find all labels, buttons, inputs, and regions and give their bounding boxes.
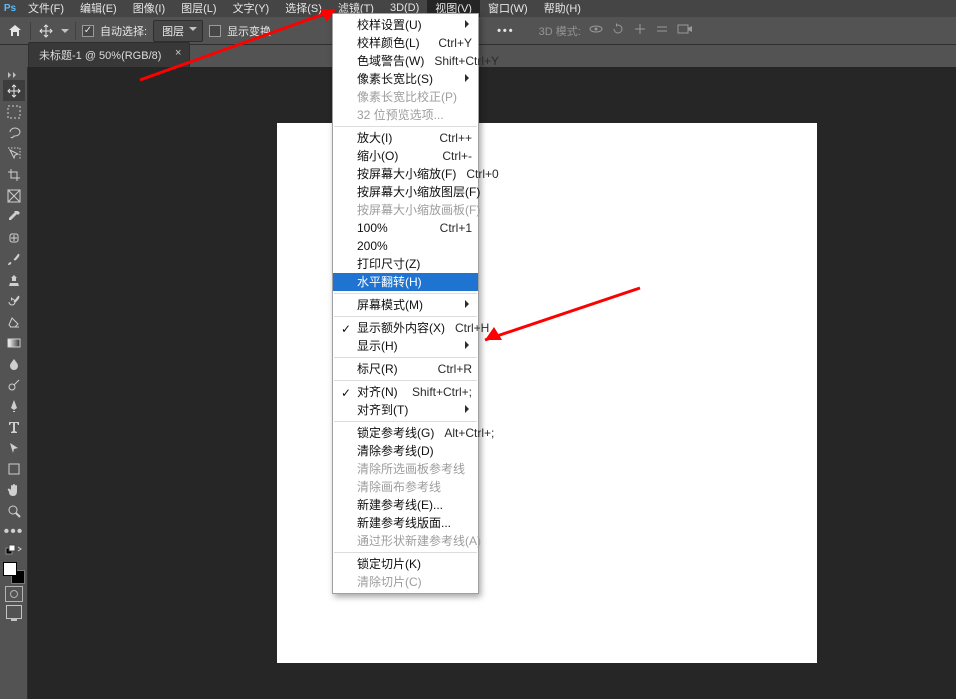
mode3d-label: 3D 模式: bbox=[539, 23, 581, 39]
mode3d-group: 3D 模式: bbox=[539, 22, 693, 39]
mi-snap-to[interactable]: 对齐到(T) bbox=[333, 401, 478, 419]
tool-eraser[interactable] bbox=[3, 311, 25, 332]
check-icon: ✓ bbox=[341, 321, 351, 337]
show-transform-checkbox[interactable] bbox=[209, 25, 221, 37]
tool-clone[interactable] bbox=[3, 269, 25, 290]
mi-proof-setup[interactable]: 校样设置(U) bbox=[333, 16, 478, 34]
divider bbox=[75, 22, 76, 40]
foreground-color[interactable] bbox=[3, 562, 17, 576]
orbit-icon[interactable] bbox=[589, 22, 603, 39]
mi-100[interactable]: 100%Ctrl+1 bbox=[333, 219, 478, 237]
tool-dodge[interactable] bbox=[3, 374, 25, 395]
screenmode-toggle[interactable] bbox=[6, 605, 22, 619]
toolbox: ••• bbox=[0, 67, 28, 699]
camera-icon[interactable] bbox=[677, 23, 693, 38]
home-icon[interactable] bbox=[6, 22, 24, 40]
tool-history-brush[interactable] bbox=[3, 290, 25, 311]
tool-edit-toolbar[interactable]: ••• bbox=[3, 521, 25, 542]
quickmask-toggle[interactable] bbox=[5, 586, 23, 602]
mi-new-guide[interactable]: 新建参考线(E)... bbox=[333, 496, 478, 514]
check-icon: ✓ bbox=[341, 385, 351, 401]
mi-fit-artboard: 按屏幕大小缩放画板(F) bbox=[333, 201, 478, 219]
mi-rulers[interactable]: 标尺(R)Ctrl+R bbox=[333, 360, 478, 378]
view-menu-panel: 校样设置(U) 校样颜色(L)Ctrl+Y 色域警告(W)Shift+Ctrl+… bbox=[332, 13, 479, 594]
mi-fit-layer[interactable]: 按屏幕大小缩放图层(F) bbox=[333, 183, 478, 201]
tool-blur[interactable] bbox=[3, 353, 25, 374]
menu-separator bbox=[334, 357, 477, 358]
divider bbox=[30, 22, 31, 40]
mi-clear-sel-artboard-guides: 清除所选画板参考线 bbox=[333, 460, 478, 478]
mi-32bit-preview: 32 位预览选项... bbox=[333, 106, 478, 124]
tool-zoom[interactable] bbox=[3, 500, 25, 521]
mi-lock-guides[interactable]: 锁定参考线(G)Alt+Ctrl+; bbox=[333, 424, 478, 442]
show-transform-label: 显示变换 bbox=[227, 23, 271, 39]
ps-logo: Ps bbox=[0, 0, 20, 17]
menu-separator bbox=[334, 293, 477, 294]
tool-gradient[interactable] bbox=[3, 332, 25, 353]
tool-hand[interactable] bbox=[3, 479, 25, 500]
mi-proof-colors[interactable]: 校样颜色(L)Ctrl+Y bbox=[333, 34, 478, 52]
menu-separator bbox=[334, 552, 477, 553]
mi-show[interactable]: 显示(H) bbox=[333, 337, 478, 355]
tool-lasso[interactable] bbox=[3, 122, 25, 143]
tool-swap-default[interactable] bbox=[3, 542, 25, 558]
tool-marquee[interactable] bbox=[3, 101, 25, 122]
menu-separator bbox=[334, 316, 477, 317]
canvas-area[interactable] bbox=[28, 67, 956, 699]
move-tool-indicator[interactable] bbox=[37, 22, 55, 40]
tab-close-icon[interactable]: × bbox=[175, 47, 181, 59]
document-tab[interactable]: 未标题-1 @ 50%(RGB/8) × bbox=[28, 42, 190, 67]
tool-frame[interactable] bbox=[3, 185, 25, 206]
more-options-icon[interactable]: ••• bbox=[497, 25, 515, 37]
tool-heal[interactable] bbox=[3, 227, 25, 248]
tool-path-select[interactable] bbox=[3, 437, 25, 458]
tool-quick-select[interactable] bbox=[3, 143, 25, 164]
mi-flip-horizontal[interactable]: 水平翻转(H) bbox=[333, 273, 478, 291]
tool-eyedropper[interactable] bbox=[3, 206, 25, 227]
menu-separator bbox=[334, 380, 477, 381]
slide-icon[interactable] bbox=[655, 22, 669, 39]
autoselect-checkbox[interactable] bbox=[82, 25, 94, 37]
tool-brush[interactable] bbox=[3, 248, 25, 269]
tool-crop[interactable] bbox=[3, 164, 25, 185]
tool-pen[interactable] bbox=[3, 395, 25, 416]
tool-shape[interactable] bbox=[3, 458, 25, 479]
mi-clear-canvas-guides: 清除画布参考线 bbox=[333, 478, 478, 496]
mi-print-size[interactable]: 打印尺寸(Z) bbox=[333, 255, 478, 273]
mi-zoom-in[interactable]: 放大(I)Ctrl++ bbox=[333, 129, 478, 147]
pan-icon[interactable] bbox=[633, 22, 647, 39]
mi-fit-screen[interactable]: 按屏幕大小缩放(F)Ctrl+0 bbox=[333, 165, 478, 183]
mi-screen-mode[interactable]: 屏幕模式(M) bbox=[333, 296, 478, 314]
document-tab-title: 未标题-1 @ 50%(RGB/8) bbox=[39, 50, 161, 62]
tool-type[interactable] bbox=[3, 416, 25, 437]
mi-pixel-aspect-corr: 像素长宽比校正(P) bbox=[333, 88, 478, 106]
tool-move[interactable] bbox=[3, 80, 25, 101]
autoselect-label: 自动选择: bbox=[100, 23, 147, 39]
mi-clear-guides[interactable]: 清除参考线(D) bbox=[333, 442, 478, 460]
mi-zoom-out[interactable]: 缩小(O)Ctrl+- bbox=[333, 147, 478, 165]
mi-lock-slice[interactable]: 锁定切片(K) bbox=[333, 555, 478, 573]
mi-new-guide-layout[interactable]: 新建参考线版面... bbox=[333, 514, 478, 532]
menu-separator bbox=[334, 126, 477, 127]
mi-snap[interactable]: ✓对齐(N)Shift+Ctrl+; bbox=[333, 383, 478, 401]
menu-separator bbox=[334, 421, 477, 422]
toolbox-collapse-icon[interactable] bbox=[0, 70, 28, 80]
mi-gamut-warning[interactable]: 色域警告(W)Shift+Ctrl+Y bbox=[333, 52, 478, 70]
chevron-down-icon[interactable] bbox=[61, 22, 69, 40]
rotate-icon[interactable] bbox=[611, 22, 625, 39]
mi-guide-from-shape: 通过形状新建参考线(A) bbox=[333, 532, 478, 550]
document-tabs: 未标题-1 @ 50%(RGB/8) × bbox=[28, 45, 190, 67]
autoselect-target-select[interactable]: 图层 bbox=[153, 20, 203, 42]
color-swatch[interactable] bbox=[3, 562, 25, 584]
mi-extras[interactable]: ✓显示额外内容(X)Ctrl+H bbox=[333, 319, 478, 337]
mi-pixel-aspect[interactable]: 像素长宽比(S) bbox=[333, 70, 478, 88]
mi-clear-slice: 清除切片(C) bbox=[333, 573, 478, 591]
mi-200[interactable]: 200% bbox=[333, 237, 478, 255]
